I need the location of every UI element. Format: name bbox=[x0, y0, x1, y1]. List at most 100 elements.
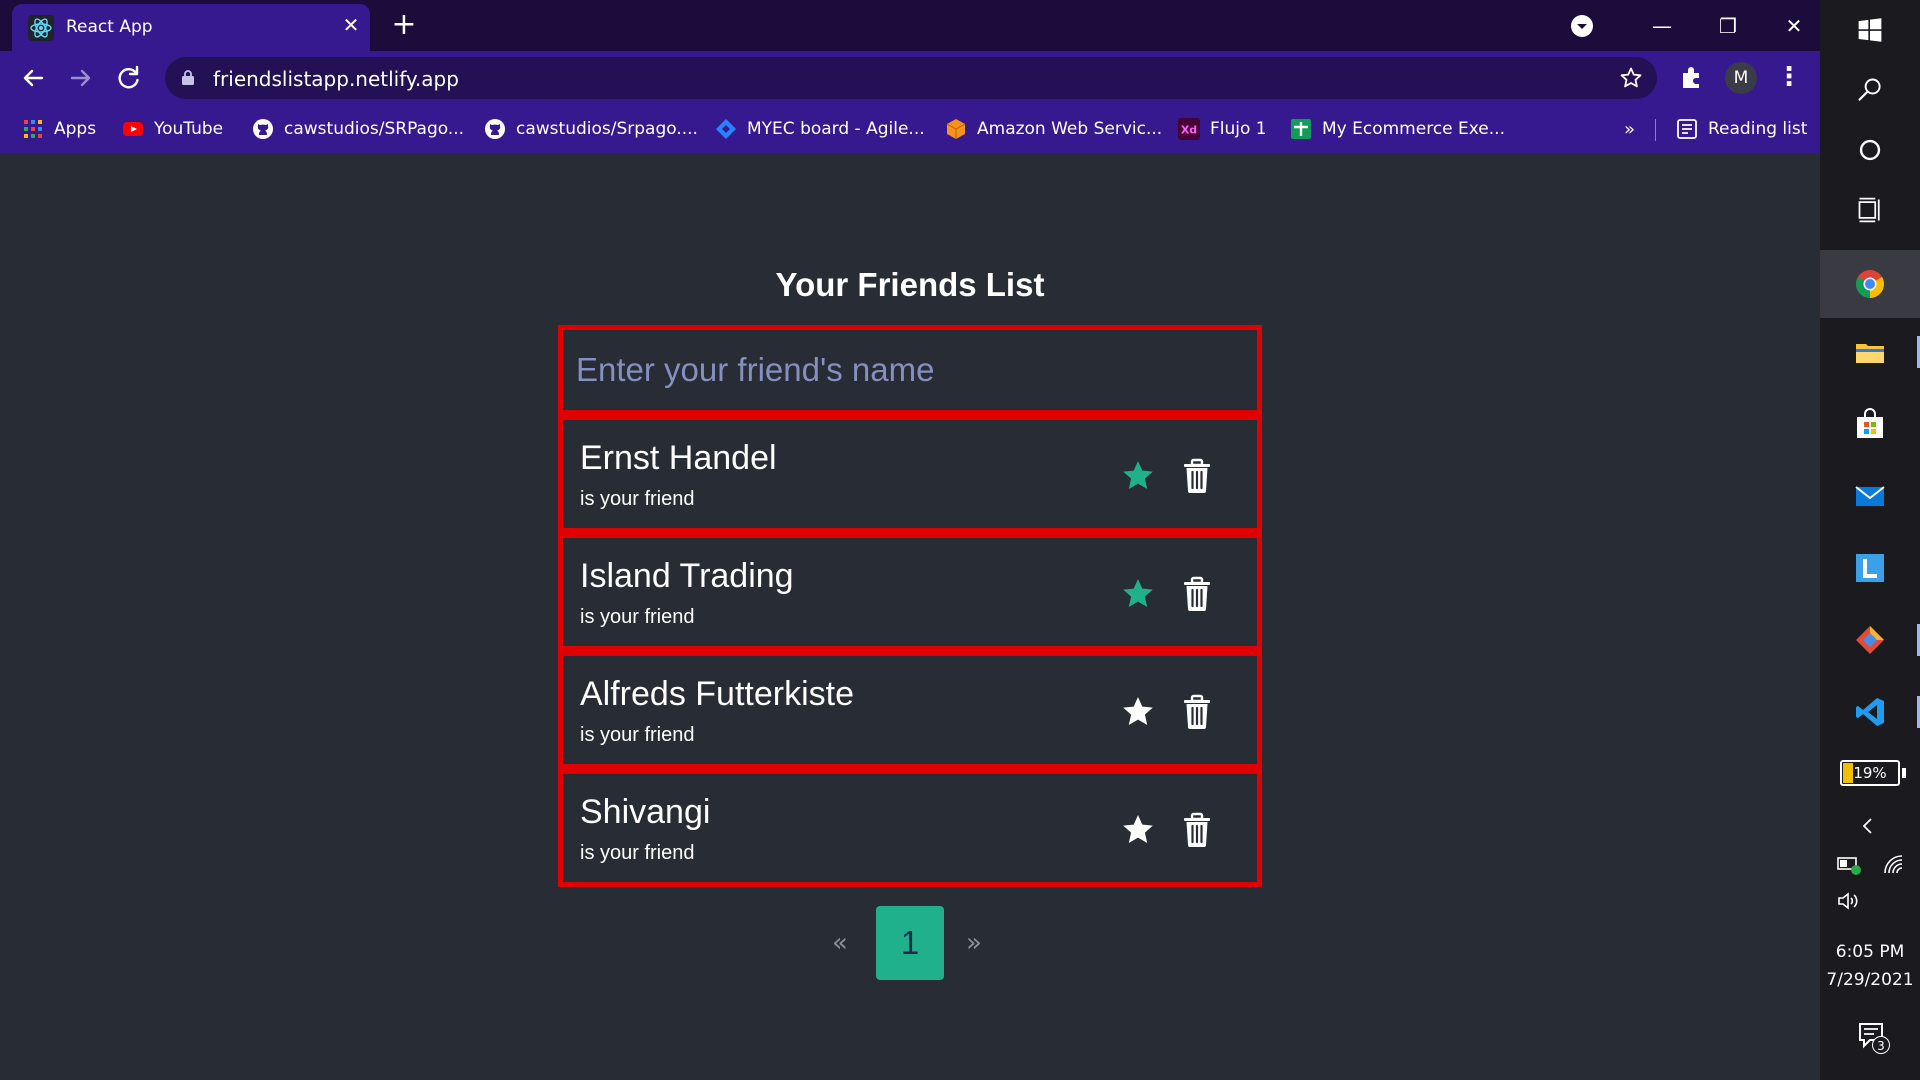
app-page: Your Friends List Ernst Handel is your f… bbox=[0, 153, 1820, 1080]
pagination: « 1 » bbox=[0, 906, 1820, 980]
github-icon bbox=[253, 119, 273, 139]
friend-subtitle: is your friend bbox=[580, 724, 695, 746]
battery-terminal bbox=[1902, 768, 1906, 778]
bookmark-github-srpago-1[interactable]: cawstudios/SRPago... bbox=[252, 113, 464, 145]
taskbar-store[interactable] bbox=[1820, 394, 1920, 454]
svg-text:Xd: Xd bbox=[1181, 124, 1197, 137]
close-window-button[interactable]: ✕ bbox=[1774, 8, 1814, 44]
friend-name: Island Trading bbox=[580, 557, 794, 595]
wifi-icon[interactable] bbox=[1882, 854, 1906, 876]
friend-item: Alfreds Futterkiste is your friend bbox=[558, 651, 1262, 769]
tab-search-icon[interactable] bbox=[1570, 14, 1594, 38]
start-button[interactable] bbox=[1820, 0, 1920, 60]
bookmark-myec-board[interactable]: MYEC board - Agile... bbox=[715, 113, 925, 145]
favorite-star-icon[interactable] bbox=[1120, 458, 1156, 494]
pagination-page-1[interactable]: 1 bbox=[876, 906, 944, 980]
address-bar[interactable]: friendslistapp.netlify.app bbox=[165, 57, 1657, 99]
friend-item: Island Trading is your friend bbox=[558, 533, 1262, 651]
taskbar-file-explorer[interactable] bbox=[1820, 322, 1920, 382]
cortana-button[interactable] bbox=[1820, 120, 1920, 180]
bookmarks-bar: Apps YouTube cawstudios/SRPago... cawstu… bbox=[0, 105, 1820, 153]
jira-icon bbox=[716, 119, 736, 139]
l-app-icon bbox=[1856, 554, 1884, 582]
delete-trash-icon[interactable] bbox=[1181, 694, 1213, 730]
adobe-xd-icon: Xd bbox=[1178, 118, 1200, 140]
delete-trash-icon[interactable] bbox=[1181, 576, 1213, 612]
bookmark-label: Amazon Web Servic... bbox=[977, 119, 1163, 139]
power-status-icon[interactable] bbox=[1836, 854, 1862, 876]
bookmark-flujo[interactable]: Xd Flujo 1 bbox=[1178, 113, 1267, 145]
friend-subtitle: is your friend bbox=[580, 842, 695, 864]
taskbar-vscode[interactable] bbox=[1820, 682, 1920, 742]
battery-indicator[interactable]: 19% bbox=[1840, 760, 1906, 786]
store-icon bbox=[1857, 408, 1883, 438]
reading-list-label: Reading list bbox=[1708, 119, 1808, 139]
tab-react-app[interactable]: React App ✕ bbox=[12, 4, 370, 51]
new-tab-button[interactable]: + bbox=[390, 10, 418, 40]
bookmark-label: YouTube bbox=[154, 119, 224, 139]
profile-avatar[interactable]: M bbox=[1725, 62, 1757, 94]
favorite-star-icon[interactable] bbox=[1120, 694, 1156, 730]
react-icon bbox=[28, 15, 54, 41]
bookmarks-overflow-button[interactable]: » bbox=[1624, 119, 1635, 140]
apps-grid-icon bbox=[24, 120, 42, 138]
reload-icon[interactable] bbox=[112, 61, 146, 95]
vscode-icon bbox=[1856, 698, 1884, 726]
bookmark-label: Flujo 1 bbox=[1210, 119, 1267, 139]
reading-list-icon bbox=[1677, 119, 1697, 139]
friend-name: Ernst Handel bbox=[580, 439, 777, 477]
taskbar-lync[interactable] bbox=[1820, 538, 1920, 598]
page-title: Your Friends List bbox=[775, 266, 1045, 303]
battery-percentage: 19% bbox=[1853, 764, 1887, 782]
tab-close-icon[interactable]: ✕ bbox=[340, 14, 362, 36]
friends-list: Ernst Handel is your friend Island Tradi… bbox=[558, 325, 1262, 887]
bookmark-ecommerce[interactable]: My Ecommerce Exe... bbox=[1290, 113, 1505, 145]
favorite-star-icon[interactable] bbox=[1120, 812, 1156, 848]
bookmark-label: cawstudios/Srpago.... bbox=[516, 119, 698, 139]
volume-icon[interactable] bbox=[1836, 890, 1862, 912]
pagination-prev-button[interactable]: « bbox=[832, 928, 848, 958]
pagination-next-button[interactable]: » bbox=[966, 928, 982, 958]
bookmark-star-icon[interactable] bbox=[1619, 66, 1643, 90]
friend-subtitle: is your friend bbox=[580, 488, 695, 510]
github-icon bbox=[485, 119, 505, 139]
friend-item: Ernst Handel is your friend bbox=[558, 415, 1262, 533]
bookmark-youtube[interactable]: YouTube bbox=[122, 113, 223, 145]
browser-menu-button[interactable]: ⋮ bbox=[1776, 63, 1802, 93]
friend-name-input[interactable] bbox=[576, 330, 1236, 410]
browser-window: React App ✕ + — ❐ ✕ friendslistapp.netli… bbox=[0, 0, 1820, 153]
taskbar-git[interactable] bbox=[1820, 610, 1920, 670]
aws-icon bbox=[946, 119, 966, 139]
favorite-star-icon[interactable] bbox=[1120, 576, 1156, 612]
mail-icon bbox=[1855, 486, 1885, 506]
extensions-icon[interactable] bbox=[1678, 63, 1706, 91]
tab-strip: React App ✕ + — ❐ ✕ bbox=[0, 0, 1820, 51]
bookmark-label: My Ecommerce Exe... bbox=[1322, 119, 1505, 139]
delete-trash-icon[interactable] bbox=[1181, 812, 1213, 848]
bookmark-apps[interactable]: Apps bbox=[22, 113, 96, 145]
minimize-button[interactable]: — bbox=[1642, 8, 1682, 44]
search-icon bbox=[1858, 78, 1881, 101]
cortana-icon bbox=[1859, 139, 1881, 161]
back-icon[interactable] bbox=[16, 61, 50, 95]
bookmark-aws[interactable]: Amazon Web Servic... bbox=[945, 113, 1162, 145]
search-button[interactable] bbox=[1820, 60, 1920, 120]
bookmark-label: Apps bbox=[54, 119, 97, 139]
url-text[interactable]: friendslistapp.netlify.app bbox=[213, 67, 459, 91]
taskbar-chrome[interactable] bbox=[1820, 250, 1920, 318]
taskbar-mail[interactable] bbox=[1820, 466, 1920, 526]
reading-list-button[interactable]: Reading list bbox=[1676, 113, 1807, 145]
restore-button[interactable]: ❐ bbox=[1708, 8, 1748, 44]
forward-icon[interactable] bbox=[64, 61, 98, 95]
clock-time[interactable]: 6:05 PM bbox=[1820, 942, 1920, 962]
youtube-icon bbox=[123, 122, 143, 136]
bookmarks-divider bbox=[1655, 119, 1656, 141]
delete-trash-icon[interactable] bbox=[1181, 458, 1213, 494]
clock-date[interactable]: 7/29/2021 bbox=[1820, 970, 1920, 990]
friend-input-box bbox=[558, 325, 1262, 415]
task-view-button[interactable] bbox=[1820, 180, 1920, 240]
chrome-icon bbox=[1856, 270, 1884, 298]
bookmark-github-srpago-2[interactable]: cawstudios/Srpago.... bbox=[484, 113, 698, 145]
chevron-left-icon[interactable] bbox=[1858, 816, 1878, 836]
lock-icon[interactable] bbox=[181, 69, 195, 86]
